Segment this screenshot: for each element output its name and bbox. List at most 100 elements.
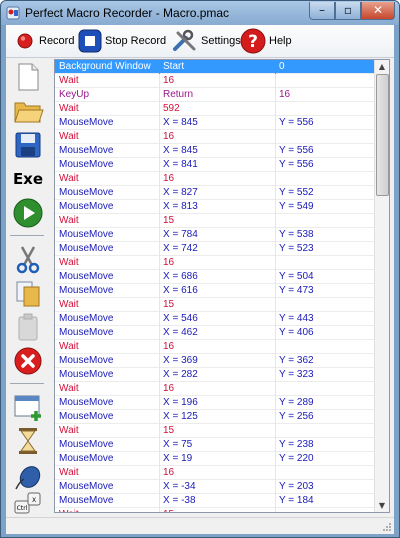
event-row[interactable]: Wait 15 [55, 508, 375, 512]
event-cell-c1: Wait [59, 173, 79, 184]
save-icon[interactable] [12, 129, 44, 161]
event-cell-c1: MouseMove [59, 145, 114, 156]
event-row[interactable]: MouseMove X = 845 Y = 556 [55, 144, 375, 158]
event-cell-c2: X = 827 [163, 187, 198, 198]
event-cell-c2: 16 [163, 341, 175, 352]
help-button[interactable]: ? Help [240, 28, 292, 54]
event-row[interactable]: Wait 16 [55, 340, 375, 354]
event-cell-c3: 16 [279, 89, 291, 100]
mouse-icon[interactable] [12, 459, 44, 491]
title-bar[interactable]: Perfect Macro Recorder - Macro.pmac – ▫ … [1, 1, 399, 25]
event-row[interactable]: Wait 15 [55, 424, 375, 438]
settings-label: Settings [201, 35, 241, 47]
event-row[interactable]: MouseMove X = 125 Y = 256 [55, 410, 375, 424]
delete-icon[interactable] [12, 345, 44, 377]
maximize-button[interactable]: ▫ [335, 2, 361, 20]
vertical-scrollbar[interactable]: ▲ ▼ [374, 60, 389, 512]
svg-text:?: ? [248, 32, 258, 52]
event-row[interactable]: Wait 15 [55, 298, 375, 312]
hourglass-icon[interactable] [12, 425, 44, 457]
event-row[interactable]: MouseMove X = 19 Y = 220 [55, 452, 375, 466]
event-cell-c2: 16 [163, 173, 175, 184]
event-cell-c2: X = 75 [163, 439, 193, 450]
event-cell-c2: X = 282 [163, 369, 198, 380]
separator [10, 235, 44, 236]
toolbar: Record Stop Record Settings ? Help [6, 25, 394, 58]
event-cell-c3: Y = 556 [279, 145, 314, 156]
open-folder-icon[interactable] [12, 95, 44, 127]
event-row[interactable]: MouseMove X = 845 Y = 556 [55, 116, 375, 130]
event-cell-c2: 15 [163, 215, 175, 226]
event-row[interactable]: Background Window Start 0 [55, 60, 375, 74]
event-row[interactable]: MouseMove X = 462 Y = 406 [55, 326, 375, 340]
event-row[interactable]: MouseMove X = -38 Y = 184 [55, 494, 375, 508]
event-cell-c1: Wait [59, 215, 79, 226]
event-row[interactable]: MouseMove X = -34 Y = 203 [55, 480, 375, 494]
event-cell-c2: 16 [163, 75, 175, 86]
event-row[interactable]: MouseMove X = 841 Y = 556 [55, 158, 375, 172]
event-row[interactable]: MouseMove X = 742 Y = 523 [55, 242, 375, 256]
event-row[interactable]: MouseMove X = 686 Y = 504 [55, 270, 375, 284]
event-cell-c2: X = 784 [163, 229, 198, 240]
event-row[interactable]: MouseMove X = 546 Y = 443 [55, 312, 375, 326]
help-label: Help [269, 35, 292, 47]
event-row[interactable]: Wait 16 [55, 466, 375, 480]
event-cell-c2: X = 841 [163, 159, 198, 170]
record-button[interactable]: Record [14, 29, 74, 53]
event-cell-c1: MouseMove [59, 495, 114, 506]
add-window-icon[interactable] [12, 391, 44, 423]
event-row[interactable]: MouseMove X = 813 Y = 549 [55, 200, 375, 214]
event-row[interactable]: Wait 592 [55, 102, 375, 116]
cut-icon[interactable] [12, 243, 44, 275]
event-cell-c1: Wait [59, 425, 79, 436]
event-cell-c1: Wait [59, 299, 79, 310]
event-row[interactable]: Wait 15 [55, 214, 375, 228]
close-button[interactable]: ✕ [361, 2, 395, 20]
macro-event-list[interactable]: Background Window Start 0 Wait 16 KeyUp Return… [54, 59, 390, 513]
scroll-down-button[interactable]: ▼ [376, 499, 388, 512]
scroll-thumb[interactable] [376, 74, 389, 196]
event-row[interactable]: MouseMove X = 75 Y = 238 [55, 438, 375, 452]
event-cell-c3: Y = 289 [279, 397, 314, 408]
resize-grip-icon[interactable] [382, 522, 392, 532]
event-cell-c1: MouseMove [59, 159, 114, 170]
event-row[interactable]: MouseMove X = 369 Y = 362 [55, 354, 375, 368]
scroll-up-button[interactable]: ▲ [376, 60, 388, 73]
event-row[interactable]: MouseMove X = 616 Y = 473 [55, 284, 375, 298]
event-cell-c2: X = 616 [163, 285, 198, 296]
event-cell-c1: MouseMove [59, 369, 114, 380]
event-cell-c1: MouseMove [59, 271, 114, 282]
event-cell-c3: Y = 443 [279, 313, 314, 324]
stop-record-label: Stop Record [105, 35, 167, 47]
event-row[interactable]: KeyUp Return 16 [55, 88, 375, 102]
event-cell-c3: Y = 323 [279, 369, 314, 380]
event-row[interactable]: MouseMove X = 784 Y = 538 [55, 228, 375, 242]
play-icon[interactable] [12, 197, 44, 229]
settings-button[interactable]: Settings [172, 29, 241, 53]
event-cell-c1: KeyUp [59, 89, 90, 100]
event-cell-c2: Start [163, 61, 185, 72]
exe-button[interactable]: Exe [12, 163, 44, 195]
window-title: Perfect Macro Recorder - Macro.pmac [25, 6, 230, 20]
event-cell-c2: X = 845 [163, 145, 198, 156]
event-row[interactable]: MouseMove X = 196 Y = 289 [55, 396, 375, 410]
paste-icon[interactable] [12, 311, 44, 343]
minimize-button[interactable]: – [309, 2, 335, 20]
event-cell-c2: Return [163, 89, 194, 100]
event-row[interactable]: Wait 16 [55, 172, 375, 186]
event-row[interactable]: MouseMove X = 282 Y = 323 [55, 368, 375, 382]
sidebar-toolbar: Exe Ctrl X [6, 59, 50, 515]
event-cell-c1: MouseMove [59, 355, 114, 366]
new-file-icon[interactable] [12, 61, 44, 93]
event-row[interactable]: MouseMove X = 827 Y = 552 [55, 186, 375, 200]
event-cell-c1: MouseMove [59, 411, 114, 422]
event-row[interactable]: Wait 16 [55, 256, 375, 270]
event-cell-c1: MouseMove [59, 453, 114, 464]
event-cell-c2: 592 [163, 103, 180, 114]
event-row[interactable]: Wait 16 [55, 74, 375, 88]
event-row[interactable]: Wait 16 [55, 130, 375, 144]
copy-icon[interactable] [12, 277, 44, 309]
tools-icon [173, 29, 196, 51]
event-row[interactable]: Wait 16 [55, 382, 375, 396]
stop-record-button[interactable]: Stop Record [78, 29, 166, 53]
